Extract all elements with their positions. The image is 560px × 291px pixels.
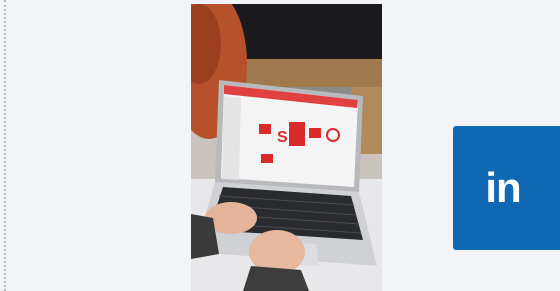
dotted-divider [4, 0, 6, 291]
linkedin-icon[interactable]: in [453, 126, 560, 250]
linkedin-label: in [485, 164, 521, 211]
laptop-photo: S [191, 4, 382, 291]
screen-logo: S [277, 129, 288, 146]
